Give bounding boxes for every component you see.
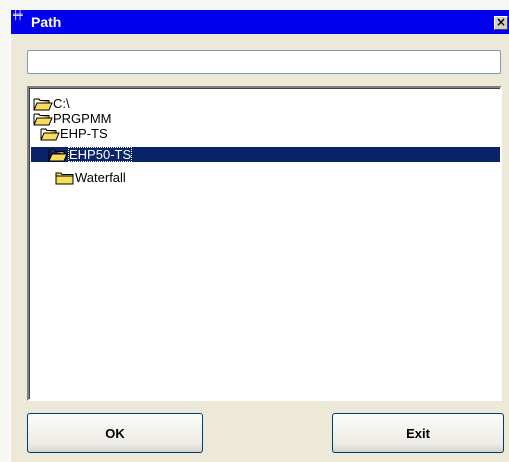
app-icon: ╪╪ bbox=[13, 11, 23, 21]
open-folder-icon bbox=[48, 148, 68, 165]
exit-button[interactable]: Exit bbox=[332, 413, 504, 453]
open-folder-icon bbox=[40, 127, 60, 144]
window-title: Path bbox=[31, 14, 62, 30]
tree-node-ehp-ts[interactable]: EHP-TS bbox=[40, 126, 108, 141]
tree-node-ehp50-ts[interactable]: EHP50-TS bbox=[31, 147, 500, 162]
closed-folder-icon bbox=[55, 171, 75, 188]
tree-node-c-drive[interactable]: C:\ bbox=[33, 96, 70, 111]
ok-button[interactable]: OK bbox=[27, 413, 203, 453]
path-dialog: ╪╪ Path × C:\ PRGPMM EHP-TS EHP50-TS Wat… bbox=[10, 10, 509, 462]
path-input[interactable] bbox=[27, 50, 501, 74]
tree-node-prgpmm[interactable]: PRGPMM bbox=[33, 111, 112, 126]
close-button[interactable]: × bbox=[494, 16, 508, 30]
folder-tree[interactable]: C:\ PRGPMM EHP-TS EHP50-TS Waterfall bbox=[27, 86, 502, 401]
title-bar[interactable]: ╪╪ Path × bbox=[11, 10, 509, 34]
tree-node-waterfall[interactable]: Waterfall bbox=[55, 170, 126, 185]
